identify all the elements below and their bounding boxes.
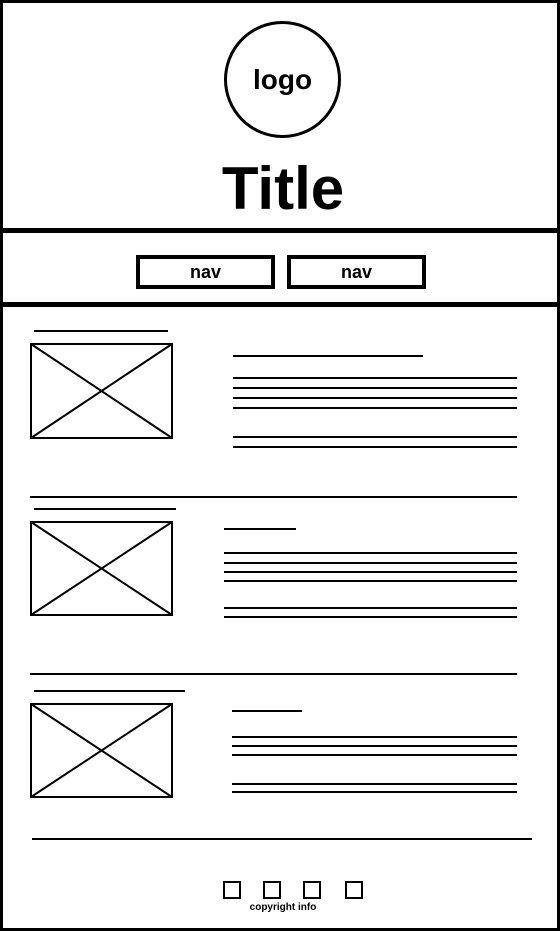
article-1-text-line xyxy=(233,377,517,379)
article-2-text-line xyxy=(224,616,517,618)
article-1-text-line xyxy=(233,397,517,399)
nav-button-2[interactable]: nav xyxy=(287,255,426,289)
article-2-subheading-line xyxy=(224,528,296,530)
page-title: Title xyxy=(221,155,345,222)
header-divider xyxy=(3,228,557,233)
article-3-text-line xyxy=(232,783,517,785)
article-divider xyxy=(30,496,517,498)
article-divider xyxy=(30,673,517,675)
article-1-text-line xyxy=(233,387,517,389)
article-2-text-line xyxy=(224,562,517,564)
article-3-text-line xyxy=(232,745,517,747)
article-2-text-line xyxy=(224,571,517,573)
footer-square-icon-1[interactable] xyxy=(223,881,241,899)
article-3-heading-line xyxy=(34,690,185,692)
footer-square-icon-2[interactable] xyxy=(263,881,281,899)
article-1-text-line xyxy=(233,446,517,448)
article-3-text-line xyxy=(232,754,517,756)
article-3-image-placeholder xyxy=(30,703,173,798)
article-2-text-line xyxy=(224,607,517,609)
article-3-text-line xyxy=(232,736,517,738)
nav-button-2-label: nav xyxy=(340,261,373,282)
wireframe-page: logo Title nav nav copyright info xyxy=(0,0,560,931)
article-2-text-line xyxy=(224,580,517,582)
article-3-text-line xyxy=(232,791,517,793)
article-1-image-placeholder xyxy=(30,343,173,439)
nav-button-1[interactable]: nav xyxy=(136,255,275,289)
nav-divider xyxy=(3,302,557,307)
footer-square-icon-4[interactable] xyxy=(345,881,363,899)
copyright-text: copyright info xyxy=(249,902,317,913)
article-1-text-line xyxy=(233,436,517,438)
logo[interactable]: logo xyxy=(224,21,341,138)
article-2-image-placeholder xyxy=(30,521,173,616)
logo-label: logo xyxy=(252,63,313,95)
nav-button-1-label: nav xyxy=(189,261,222,282)
footer-divider xyxy=(32,838,532,840)
article-2-heading-line xyxy=(34,508,176,510)
article-1-heading-line xyxy=(34,330,168,332)
article-1-text-line xyxy=(233,407,517,409)
article-1-subheading-line xyxy=(233,355,423,357)
article-3-subheading-line xyxy=(232,710,302,712)
footer-square-icon-3[interactable] xyxy=(303,881,321,899)
article-2-text-line xyxy=(224,552,517,554)
